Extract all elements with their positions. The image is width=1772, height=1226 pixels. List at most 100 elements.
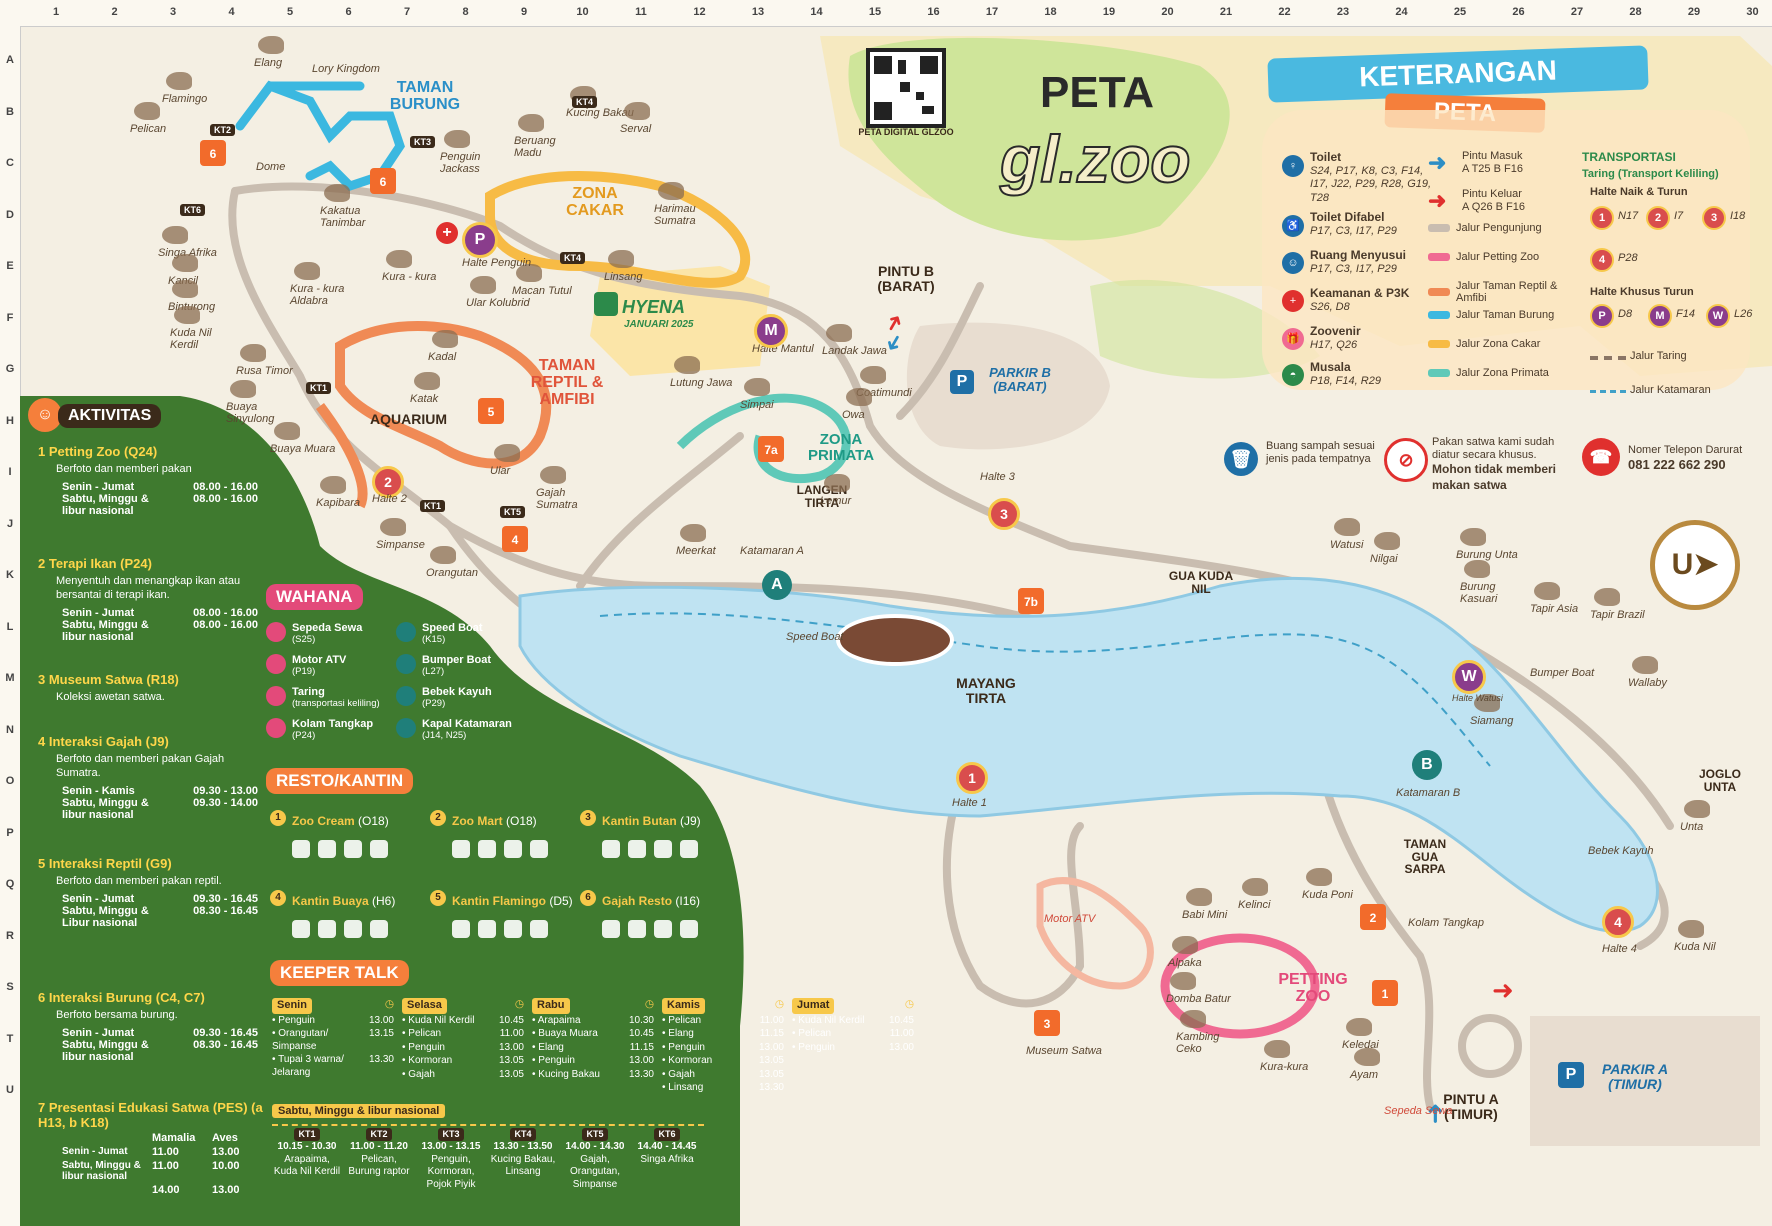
- animal-label[interactable]: Ayam: [1350, 1069, 1378, 1082]
- halte-penguin-marker[interactable]: P: [462, 222, 498, 258]
- activity-6-star-icon[interactable]: 6: [200, 140, 226, 166]
- resto-item[interactable]: Zoo Mart (O18): [452, 814, 582, 828]
- animal-label[interactable]: Domba Batur: [1166, 993, 1231, 1006]
- activity-7b-star-icon[interactable]: 7b: [1018, 588, 1044, 614]
- animal-label[interactable]: Lutung Jawa: [670, 377, 732, 390]
- activity-2-star-icon[interactable]: 2: [1360, 904, 1386, 930]
- animal-label[interactable]: Unta: [1680, 821, 1703, 834]
- activity-3-star-icon[interactable]: 3: [1034, 1010, 1060, 1036]
- animal-label[interactable]: Gajah Sumatra: [536, 487, 606, 511]
- animal-label[interactable]: Burung Unta: [1456, 549, 1518, 562]
- halte-mantul-marker[interactable]: M: [754, 314, 788, 348]
- activity-6b-star-icon[interactable]: 6: [370, 168, 396, 194]
- zone-taman-gua-sarpa[interactable]: TAMAN GUA SARPA: [1390, 838, 1460, 876]
- animal-label[interactable]: Linsang: [604, 271, 643, 284]
- animal-label[interactable]: Ular: [490, 465, 510, 478]
- animal-label[interactable]: Meerkat: [676, 545, 716, 558]
- activity-5-star-icon[interactable]: 5: [478, 398, 504, 424]
- activity-item[interactable]: 5 Interaksi Reptil (G9) Berfoto dan membe…: [38, 856, 268, 929]
- resto-item[interactable]: Kantin Buaya (H6): [292, 894, 422, 908]
- resto-item[interactable]: Zoo Cream (O18): [292, 814, 422, 828]
- activity-item[interactable]: 4 Interaksi Gajah (J9) Berfoto dan member…: [38, 734, 268, 821]
- activity-item[interactable]: 7 Presentasi Edukasi Satwa (PES) (a H13,…: [38, 1100, 268, 1130]
- activity-7a-star-icon[interactable]: 7a: [758, 436, 784, 462]
- zone-mayang-tirta[interactable]: MAYANG TIRTA: [946, 676, 1026, 706]
- animal-label[interactable]: Burung Kasuari: [1460, 581, 1530, 605]
- animal-label[interactable]: Kura - kura: [382, 271, 436, 284]
- animal-label[interactable]: Kambing Ceko: [1176, 1031, 1246, 1055]
- animal-label[interactable]: Kadal: [428, 351, 456, 364]
- activity-item[interactable]: 1 Petting Zoo (Q24) Berfoto dan memberi p…: [38, 444, 268, 517]
- zone-petting-zoo[interactable]: PETTING ZOO: [1268, 971, 1358, 1006]
- parking-a[interactable]: PARKIR A (TIMUR): [1590, 1062, 1680, 1092]
- animal-label[interactable]: Macan Tutul: [512, 285, 572, 298]
- resto-item[interactable]: Kantin Butan (J9): [602, 814, 732, 828]
- animal-label[interactable]: Elang: [254, 57, 282, 70]
- halte-1-marker[interactable]: 1: [956, 762, 988, 794]
- animal-label[interactable]: Lemur: [820, 495, 851, 508]
- animal-label[interactable]: Beruang Madu: [514, 135, 584, 159]
- animal-label[interactable]: Nilgai: [1370, 553, 1398, 566]
- activity-item[interactable]: 6 Interaksi Burung (C4, C7) Berfoto bersa…: [38, 990, 268, 1063]
- zone-taman-reptil[interactable]: TAMAN REPTIL & AMFIBI: [512, 357, 622, 408]
- gate-pintu-b[interactable]: PINTU B (BARAT): [866, 264, 946, 294]
- animal-label[interactable]: Owa: [842, 409, 865, 422]
- animal-label[interactable]: Rusa Timor: [236, 365, 293, 378]
- animal-label[interactable]: Kuda Nil: [1674, 941, 1716, 954]
- animal-label[interactable]: Kuda Nil Kerdil: [170, 327, 240, 351]
- ride-item[interactable]: Speed Boat (K15): [422, 622, 522, 646]
- animal-label[interactable]: Orangutan: [426, 567, 478, 580]
- resto-item[interactable]: Gajah Resto (I16): [602, 894, 732, 908]
- parking-b[interactable]: PARKIR B (BARAT): [980, 366, 1060, 393]
- animal-label[interactable]: Simpai: [740, 399, 774, 412]
- qr-code[interactable]: [866, 48, 946, 128]
- animal-label[interactable]: Landak Jawa: [822, 345, 887, 358]
- ride-item[interactable]: Motor ATV (P19): [292, 654, 392, 678]
- schedule-day: Sabtu, Minggu & Libur nasional: [62, 904, 149, 929]
- activity-4-star-icon[interactable]: 4: [502, 526, 528, 552]
- halte-4-marker[interactable]: 4: [1602, 906, 1634, 938]
- ride-item[interactable]: Kolam Tangkap (P24): [292, 718, 392, 742]
- zone-joglo-unta[interactable]: JOGLO UNTA: [1690, 768, 1750, 793]
- zone-aquarium[interactable]: AQUARIUM: [370, 412, 447, 427]
- zone-cakar[interactable]: ZONA CAKAR: [560, 185, 630, 220]
- animal-label[interactable]: Kapibara: [316, 497, 360, 510]
- animal-label[interactable]: Ular Kolubrid: [466, 297, 530, 310]
- zone-primata[interactable]: ZONA PRIMATA: [796, 432, 886, 464]
- animal-label[interactable]: Kakatua Tanimbar: [320, 205, 390, 229]
- animal-label[interactable]: Penguin Jackass: [440, 151, 510, 175]
- animal-label[interactable]: Harimau Sumatra: [654, 203, 724, 227]
- ride-item[interactable]: Taring (transportasi keliling): [292, 686, 392, 710]
- animal-label[interactable]: Alpaka: [1168, 957, 1202, 970]
- halte-3-marker[interactable]: 3: [988, 498, 1020, 530]
- animal-label[interactable]: Pelican: [130, 123, 166, 136]
- animal-label[interactable]: Katak: [410, 393, 438, 406]
- ride-item[interactable]: Sepeda Sewa (S25): [292, 622, 392, 646]
- activity-1-star-icon[interactable]: 1: [1372, 980, 1398, 1006]
- animal-label[interactable]: Siamang: [1470, 715, 1513, 728]
- animal-label[interactable]: Buaya Muara: [270, 443, 335, 456]
- activity-item[interactable]: 2 Terapi Ikan (P24) Menyentuh dan menangk…: [38, 556, 268, 643]
- animal-label[interactable]: Flamingo: [162, 93, 207, 106]
- animal-label[interactable]: Kura-kura: [1260, 1061, 1308, 1074]
- ride-item[interactable]: Bebek Kayuh (P29): [422, 686, 522, 710]
- zone-gua-kuda-nil[interactable]: GUA KUDA NIL: [1166, 570, 1236, 595]
- halte-watusi-marker[interactable]: W: [1452, 660, 1486, 694]
- activity-item[interactable]: 3 Museum Satwa (R18) Koleksi awetan satwa…: [38, 672, 268, 709]
- animal-label[interactable]: Wallaby: [1628, 677, 1667, 690]
- zone-taman-burung[interactable]: TAMAN BURUNG: [380, 79, 470, 114]
- resto-name: Zoo Cream: [292, 814, 359, 828]
- keeper-talk-entry: • Elang 11.15: [662, 1028, 784, 1041]
- animal-label[interactable]: Kelinci: [1238, 899, 1270, 912]
- animal-label[interactable]: Kura - kura Aldabra: [290, 283, 360, 307]
- animal-label[interactable]: Kuda Poni: [1302, 889, 1353, 902]
- ride-item[interactable]: Kapal Katamaran (J14, N25): [422, 718, 522, 742]
- animal-label[interactable]: Babi Mini: [1182, 909, 1227, 922]
- animal-label[interactable]: Watusi: [1330, 539, 1363, 552]
- animal-label[interactable]: Tapir Asia: [1530, 603, 1578, 616]
- animal-label[interactable]: Tapir Brazil: [1590, 609, 1645, 622]
- ride-item[interactable]: Bumper Boat (L27): [422, 654, 522, 678]
- animal-label[interactable]: Serval: [620, 123, 651, 136]
- resto-item[interactable]: Kantin Flamingo (D5): [452, 894, 582, 908]
- animal-label[interactable]: Simpanse: [376, 539, 425, 552]
